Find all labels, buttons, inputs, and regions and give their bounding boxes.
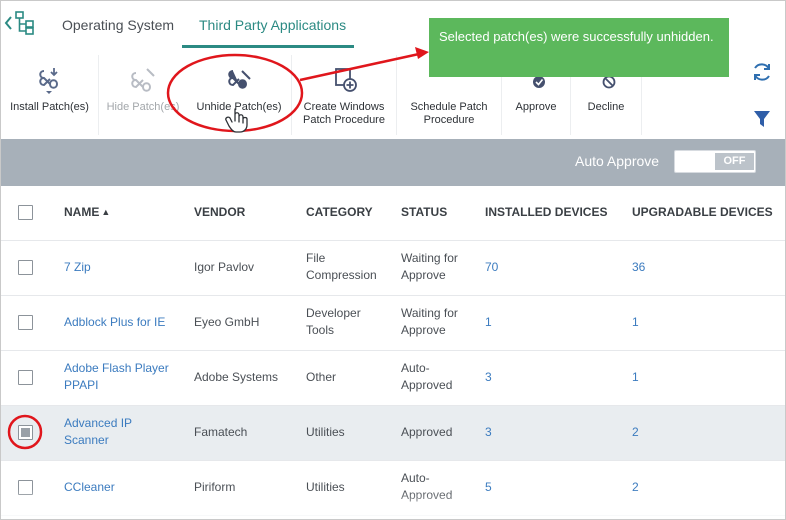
status-line-1: Waiting for	[401, 306, 458, 320]
column-header-upgradable-devices[interactable]: UPGRADABLE DEVICES	[632, 205, 773, 219]
auto-approve-label: Auto Approve	[575, 153, 660, 169]
row-checkbox[interactable]	[18, 370, 33, 385]
refresh-icon[interactable]	[751, 61, 773, 83]
decline-label: Decline	[587, 101, 625, 113]
table-row[interactable]: 7 Zip Igor Pavlov File Compression Waitin…	[1, 241, 785, 296]
table-row[interactable]: CCleaner Piriform Utilities Auto- Approve…	[1, 461, 785, 516]
active-tab-indicator	[182, 45, 354, 48]
upgradable-devices-link[interactable]: 2	[632, 424, 639, 441]
app-name-link[interactable]: Advanced IP Scanner	[64, 415, 132, 449]
create-procedure-icon	[335, 68, 357, 92]
category-line-1: File	[306, 251, 326, 265]
tab-third-party-applications[interactable]: Third Party Applications	[199, 17, 346, 33]
name-header-text: NAME	[64, 205, 100, 219]
installed-devices-link[interactable]: 3	[485, 424, 492, 441]
unhide-patch-icon	[228, 70, 251, 89]
category-cell: Utilities	[306, 480, 345, 494]
row-checkbox[interactable]	[18, 315, 33, 330]
app-name-link[interactable]: Adblock Plus for IE	[64, 314, 165, 331]
upgradable-devices-link[interactable]: 1	[632, 369, 639, 386]
row-checkbox[interactable]	[18, 480, 33, 495]
create-label-line-1: Create Windows	[303, 101, 385, 113]
toggle-state: OFF	[715, 153, 754, 170]
app-name-link[interactable]: Adobe Flash Player PPAPI	[64, 360, 169, 394]
schedule-label-line-1: Schedule Patch	[410, 101, 488, 113]
vendor-cell: Adobe Systems	[194, 370, 279, 384]
table-row[interactable]: Advanced IP Scanner Famatech Utilities Ap…	[1, 406, 785, 461]
upgradable-devices-link[interactable]: 1	[632, 314, 639, 331]
create-windows-patch-procedure-label: Create Windows Patch Procedure	[292, 101, 396, 127]
column-header-category[interactable]: CATEGORY	[306, 205, 373, 219]
schedule-label-line-2: Procedure	[423, 114, 475, 126]
status-line-2: Approve	[401, 268, 446, 282]
app-name-line-1: Adobe Flash Player	[64, 361, 169, 375]
status-line-2: Approved	[401, 378, 453, 392]
row-checkbox[interactable]	[18, 260, 33, 275]
status-line-1: Auto-	[401, 471, 430, 485]
vendor-cell: Famatech	[194, 425, 248, 439]
column-header-installed-devices[interactable]: INSTALLED DEVICES	[485, 205, 607, 219]
upgradable-devices-link[interactable]: 2	[632, 479, 639, 496]
column-header-name[interactable]: NAME ▲	[64, 205, 110, 219]
auto-approve-toggle[interactable]: OFF	[674, 150, 756, 173]
auto-approve-bar: Auto Approve OFF	[1, 139, 785, 186]
upgradable-devices-link[interactable]: 36	[632, 259, 645, 276]
installed-devices-link[interactable]: 1	[485, 314, 492, 331]
installed-devices-link[interactable]: 70	[485, 259, 498, 276]
tree-nav-toggle[interactable]	[3, 9, 37, 37]
create-label-line-2: Patch Procedure	[303, 114, 385, 126]
installed-devices-link[interactable]: 5	[485, 479, 492, 496]
unhide-patches-label: Unhide Patch(es)	[196, 101, 282, 113]
app-name-line-2: Scanner	[64, 433, 109, 447]
tab-operating-system[interactable]: Operating System	[62, 17, 174, 33]
hide-patch-icon	[131, 68, 155, 92]
status-cell: Waiting for Approve	[401, 250, 458, 284]
sort-ascending-icon: ▲	[101, 207, 111, 217]
tree-icon	[15, 11, 34, 35]
vendor-cell: Igor Pavlov	[194, 260, 255, 274]
status-line-2: Approve	[401, 323, 446, 337]
vendor-cell: Piriform	[194, 480, 236, 494]
app-name-line-1: Advanced IP	[64, 416, 133, 430]
success-toast: Selected patch(es) were successfully unh…	[429, 18, 729, 77]
app-name-link[interactable]: CCleaner	[64, 479, 115, 496]
row-checkbox[interactable]	[18, 425, 33, 440]
hide-patches-button[interactable]: Hide Patch(es)	[99, 49, 187, 139]
create-windows-patch-procedure-button[interactable]: Create Windows Patch Procedure	[292, 49, 396, 139]
status-cell: Auto- Approved	[401, 470, 452, 504]
hide-patches-label: Hide Patch(es)	[106, 101, 180, 113]
column-header-vendor[interactable]: VENDOR	[194, 205, 245, 219]
category-cell: Other	[306, 370, 337, 384]
install-patch-icon	[39, 68, 59, 94]
status-line-2: Approved	[401, 488, 453, 502]
category-cell: Developer Tools	[306, 305, 361, 339]
status-cell: Auto- Approved	[401, 360, 452, 394]
category-line-2: Tools	[306, 323, 335, 337]
status-cell: Approved	[401, 425, 453, 439]
approve-label: Approve	[515, 101, 557, 113]
select-all-checkbox[interactable]	[18, 205, 33, 220]
status-cell: Waiting for Approve	[401, 305, 458, 339]
schedule-patch-procedure-label: Schedule Patch Procedure	[397, 101, 501, 127]
filter-icon[interactable]	[753, 109, 771, 129]
app-name-line-2: PPAPI	[64, 378, 99, 392]
chevron-left-icon	[4, 16, 12, 30]
patch-management-panel: Operating System Third Party Application…	[0, 0, 786, 520]
app-name-link[interactable]: 7 Zip	[64, 259, 91, 276]
unhide-patches-button[interactable]: Unhide Patch(es)	[187, 49, 291, 139]
category-cell: File Compression	[306, 250, 377, 284]
category-line-1: Developer	[306, 306, 361, 320]
vendor-cell: Eyeo GmbH	[194, 315, 260, 329]
category-cell: Utilities	[306, 425, 345, 439]
status-line-1: Waiting for	[401, 251, 458, 265]
table-header: NAME ▲ VENDOR CATEGORY STATUS INSTALLED D…	[1, 186, 785, 241]
install-patches-button[interactable]: Install Patch(es)	[1, 49, 98, 139]
category-line-2: Compression	[306, 268, 377, 282]
table-row[interactable]: Adobe Flash Player PPAPI Adobe Systems Ot…	[1, 351, 785, 406]
installed-devices-link[interactable]: 3	[485, 369, 492, 386]
table-row[interactable]: Adblock Plus for IE Eyeo GmbH Developer T…	[1, 296, 785, 351]
column-header-status[interactable]: STATUS	[401, 205, 447, 219]
status-line-1: Auto-	[401, 361, 430, 375]
install-patches-label: Install Patch(es)	[10, 101, 89, 113]
